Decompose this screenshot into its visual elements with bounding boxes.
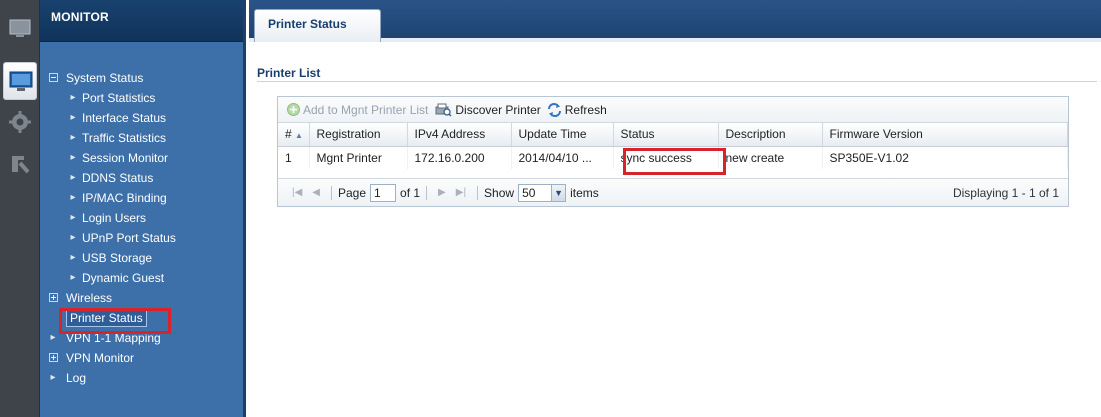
first-page-icon[interactable]: |◀ [292, 187, 302, 198]
display-count: Displaying 1 - 1 of 1 [952, 186, 1059, 200]
tab-bar: Printer Status [249, 0, 1101, 42]
add-to-mgnt-printer-list-button[interactable]: Add to Mgnt Printer List [287, 103, 428, 117]
cell-description: new create [718, 146, 823, 169]
section-divider [257, 81, 1097, 82]
column-header-index[interactable]: # ▲ [278, 123, 310, 147]
sidebar-item-dynamic-guest[interactable]: ▸ Dynamic Guest [40, 268, 243, 288]
printer-list-grid: Add to Mgnt Printer List Discover Printe… [277, 96, 1069, 207]
sidebar-item-login-users[interactable]: ▸ Login Users [40, 208, 243, 228]
cell-firmware-version: SP350E-V1.02 [822, 146, 1068, 169]
grid-toolbar: Add to Mgnt Printer List Discover Printe… [278, 97, 1068, 123]
page-label: Page [338, 185, 367, 200]
sidebar-item-usb-storage[interactable]: ▸ USB Storage [40, 248, 243, 268]
collapse-icon[interactable] [40, 68, 66, 88]
column-header-status[interactable]: Status [613, 123, 719, 147]
sort-ascending-icon: ▲ [295, 131, 303, 141]
bullet-arrow-icon: ▸ [70, 132, 76, 143]
cell-update-time: 2014/04/10 ... [511, 146, 614, 169]
page-count-label: of 1 [400, 185, 421, 200]
cell-registration: Mgnt Printer [309, 146, 408, 169]
sidebar-item-vpn-monitor[interactable]: VPN Monitor [40, 348, 243, 368]
sidebar-item-upnp-port-status[interactable]: ▸ UPnP Port Status [40, 228, 243, 248]
last-page-icon[interactable]: ▶| [456, 187, 466, 198]
cell-ipv4-address: 172.16.0.200 [407, 146, 512, 169]
printer-search-icon [435, 103, 452, 117]
icon-rail [0, 0, 40, 417]
add-icon [287, 103, 300, 116]
sidebar-header: MONITOR [40, 0, 243, 42]
refresh-button[interactable]: Refresh [547, 103, 607, 117]
bullet-arrow-icon: ▸ [70, 232, 76, 243]
section-title: Printer List [257, 66, 321, 80]
sidebar-item-port-statistics[interactable]: ▸ Port Statistics [40, 88, 243, 108]
sidebar-item-traffic-statistics[interactable]: ▸ Traffic Statistics [40, 128, 243, 148]
previous-page-icon[interactable]: ◀ [312, 187, 320, 198]
sidebar-nav: System Status ▸ Port Statistics ▸ Interf… [40, 68, 243, 388]
sidebar-item-wireless[interactable]: Wireless [40, 288, 243, 308]
chevron-down-icon[interactable]: ▼ [551, 184, 566, 201]
highlight-box-status [623, 148, 726, 175]
next-page-icon[interactable]: ▶ [438, 187, 446, 198]
sidebar-item-ddns-status[interactable]: ▸ DDNS Status [40, 168, 243, 188]
expand-icon[interactable] [40, 288, 66, 308]
sidebar: MONITOR System Status ▸ Port Statistics … [40, 0, 246, 417]
bullet-arrow-icon: ▸ [70, 112, 76, 123]
bullet-arrow-icon: ▸ [70, 272, 76, 283]
bullet-arrow-icon: ▸ [70, 212, 76, 223]
items-label: items [570, 185, 599, 200]
bullet-arrow-icon: ▸ [70, 92, 76, 103]
sidebar-item-system-status[interactable]: System Status [40, 68, 243, 88]
page-number-input[interactable]: 1 [370, 183, 397, 202]
column-header-description[interactable]: Description [718, 123, 823, 147]
tab-printer-status[interactable]: Printer Status [254, 9, 381, 42]
column-header-firmware-version[interactable]: Firmware Version [822, 123, 1068, 147]
maintenance-icon[interactable] [3, 146, 37, 184]
expand-icon[interactable] [40, 348, 66, 368]
discover-printer-button[interactable]: Discover Printer [434, 103, 541, 117]
column-header-update-time[interactable]: Update Time [511, 123, 614, 147]
table-header-row: # ▲ Registration IPv4 Address Update Tim… [278, 123, 1068, 147]
refresh-icon [547, 102, 561, 117]
app-window: MONITOR System Status ▸ Port Statistics … [0, 0, 1101, 417]
column-header-ipv4-address[interactable]: IPv4 Address [407, 123, 512, 147]
show-label: Show [484, 185, 515, 200]
sidebar-item-log[interactable]: ▸ Log [40, 368, 243, 388]
bullet-arrow-icon: ▸ [70, 252, 76, 263]
monitor-icon[interactable] [3, 62, 37, 100]
sidebar-item-interface-status[interactable]: ▸ Interface Status [40, 108, 243, 128]
dashboard-icon[interactable] [3, 10, 37, 48]
page-size-select[interactable]: 50 ▼ [518, 183, 567, 202]
pagination-bar: |◀ ◀ Page 1 of 1 ▶ ▶| Show 50 ▼ items Di… [278, 178, 1068, 206]
highlight-box-printer-status [59, 308, 171, 334]
bullet-arrow-icon: ▸ [70, 172, 76, 183]
sidebar-item-ip-mac-binding[interactable]: ▸ IP/MAC Binding [40, 188, 243, 208]
column-header-registration[interactable]: Registration [309, 123, 408, 147]
bullet-arrow-icon: ▸ [70, 192, 76, 203]
bullet-arrow-icon: ▸ [50, 372, 56, 383]
sidebar-item-session-monitor[interactable]: ▸ Session Monitor [40, 148, 243, 168]
bullet-arrow-icon: ▸ [70, 152, 76, 163]
main-content: Printer Status Printer List Add to Mgnt … [249, 0, 1101, 417]
cell-index: 1 [278, 146, 310, 169]
configuration-gear-icon[interactable] [3, 104, 37, 142]
